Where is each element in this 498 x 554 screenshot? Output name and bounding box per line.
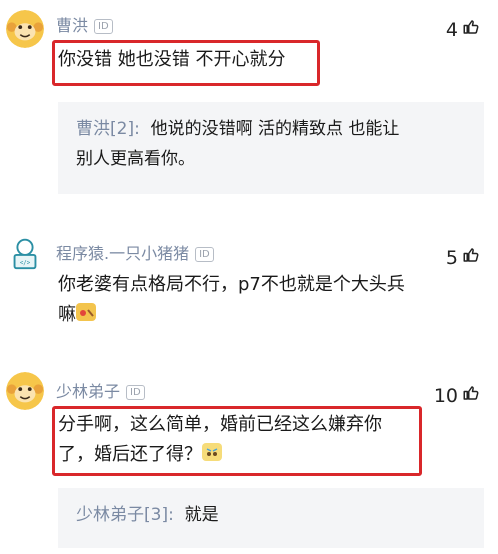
comment-text-line2: 了，婚后还了得？: [58, 440, 382, 470]
reply-box[interactable]: 少林弟子[3]: 就是: [58, 488, 484, 548]
monkey-avatar-icon[interactable]: [6, 372, 44, 410]
emoji-icon: [76, 303, 96, 321]
id-badge: ID: [126, 385, 145, 400]
reply-line: 曹洪[2]: 他说的没错啊 活的精致点 也能让: [76, 114, 466, 144]
reply-text: 就是: [184, 505, 219, 525]
like-button[interactable]: 5: [446, 246, 480, 269]
comment-text: 你老婆有点格局不行，p7不也就是个大头兵 嘛: [58, 270, 405, 330]
comment-text-line1: 分手啊，这么简单，婚前已经这么嫌弃你: [58, 414, 382, 435]
like-count: 10: [433, 384, 458, 407]
svg-text:</>: </>: [20, 260, 31, 266]
coder-avatar-icon[interactable]: </>: [6, 234, 44, 272]
thumbs-up-icon: [462, 246, 480, 269]
like-count: 4: [445, 18, 458, 41]
emoji-icon: [202, 443, 222, 461]
comment-text-line1: 你老婆有点格局不行，p7不也就是个大头兵: [58, 274, 405, 295]
like-count: 5: [445, 246, 458, 269]
comment-username[interactable]: 程序猿.一只小猪猪 ID: [56, 240, 214, 264]
monkey-avatar-icon[interactable]: [6, 10, 44, 48]
reply-author[interactable]: 少林弟子[3]:: [76, 505, 174, 525]
thumbs-up-icon: [462, 18, 480, 41]
id-badge: ID: [94, 19, 113, 34]
like-button[interactable]: 4: [446, 18, 480, 41]
like-button[interactable]: 10: [434, 384, 480, 407]
comment-username[interactable]: 少林弟子 ID: [56, 378, 145, 402]
thumbs-up-icon: [462, 384, 480, 407]
comment-text: 你没错 她也没错 不开心就分: [58, 49, 286, 70]
reply-text-line2: 别人更高看你。: [76, 149, 195, 169]
reply-line: 少林弟子[3]: 就是: [76, 500, 466, 530]
reply-box[interactable]: 曹洪[2]: 他说的没错啊 活的精致点 也能让 别人更高看你。: [58, 102, 484, 194]
comment-username[interactable]: 曹洪 ID: [56, 12, 113, 36]
comment-text: 分手啊，这么简单，婚前已经这么嫌弃你 了，婚后还了得？: [58, 410, 382, 470]
id-badge: ID: [195, 247, 214, 262]
reply-text: 他说的没错啊 活的精致点 也能让: [150, 119, 400, 139]
comment-text-line2: 嘛: [58, 300, 405, 330]
reply-author[interactable]: 曹洪[2]:: [76, 119, 140, 139]
